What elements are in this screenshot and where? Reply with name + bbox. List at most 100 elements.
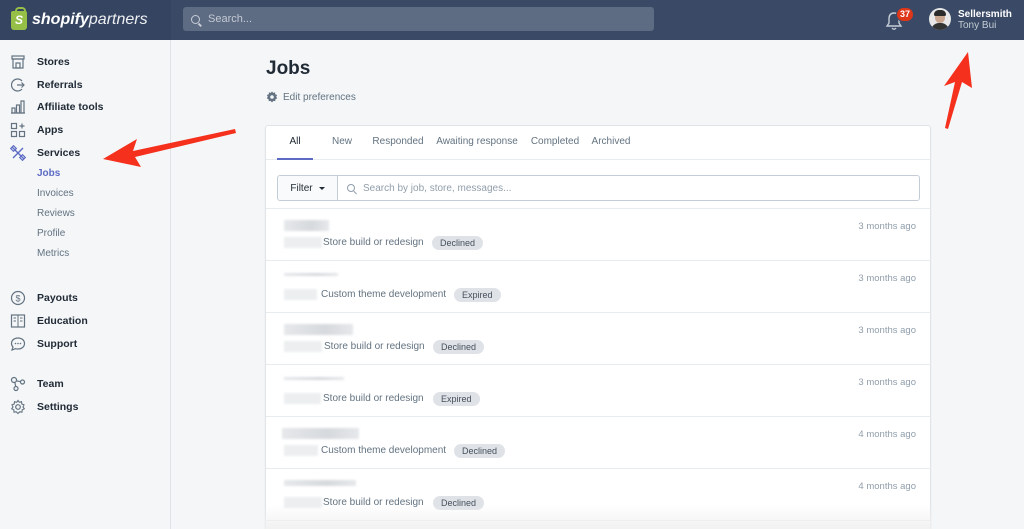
shopify-partners-logo[interactable]: S shopifypartners [0,0,171,40]
sidebar-subitem-reviews[interactable]: Reviews [37,208,75,219]
sidebar-item-education[interactable]: Education [0,311,170,331]
redacted-title [284,273,338,276]
chat-icon [10,336,26,352]
sidebar-item-label: Apps [37,124,64,136]
filter-button[interactable]: Filter [278,176,338,200]
book-icon [10,313,26,329]
search-icon [347,184,355,192]
store-name: Sellersmith [958,9,1012,20]
brand-name: shopify [32,11,89,28]
edit-preferences-label: Edit preferences [283,91,356,103]
user-menu[interactable]: Sellersmith Tony Bui [958,9,1012,31]
sidebar-item-apps[interactable]: Apps [0,120,170,140]
redacted-store [284,341,322,352]
sidebar: Stores Referrals Affiliate tools Apps Se… [0,40,171,529]
bottom-fade [265,505,931,529]
job-row[interactable]: Store build or redesign Declined 3 month… [266,209,930,261]
job-time: 3 months ago [858,377,916,388]
tab-responded[interactable]: Responded [368,126,428,160]
dollar-circle-icon: $ [10,290,26,306]
job-search [338,176,919,200]
redacted-title [282,428,359,439]
job-row[interactable]: Custom theme development Declined 4 mont… [266,417,930,469]
filter-label: Filter [290,182,313,194]
brand-suffix: partners [88,11,148,28]
user-avatar[interactable] [929,8,951,30]
sidebar-item-label: Payouts [37,292,78,304]
job-category: Store build or redesign [323,237,424,248]
redacted-store [284,393,321,404]
sidebar-item-label: Services [37,147,81,159]
gear-icon [10,399,26,415]
sidebar-subitem-invoices[interactable]: Invoices [37,188,74,199]
sidebar-item-label: Team [37,378,64,390]
job-category: Custom theme development [321,445,447,456]
redacted-store [284,445,318,456]
global-search-input[interactable] [208,13,628,25]
job-time: 3 months ago [858,221,916,232]
user-name: Tony Bui [958,20,997,31]
sidebar-item-label: Affiliate tools [37,101,104,113]
redacted-store [284,237,322,248]
jobs-card: All New Responded Awaiting response Comp… [265,125,931,529]
job-category: Store build or redesign [324,341,425,352]
sidebar-item-services[interactable]: Services [0,143,170,163]
redacted-title [284,377,344,380]
sidebar-item-affiliate-tools[interactable]: Affiliate tools [0,97,170,117]
page-title: Jobs [266,58,311,79]
status-badge: Declined [454,444,506,458]
sidebar-item-label: Settings [37,401,79,413]
referrals-icon [10,77,26,93]
apps-icon [10,122,26,138]
sidebar-item-settings[interactable]: Settings [0,397,170,417]
sidebar-item-referrals[interactable]: Referrals [0,75,170,95]
tab-archived[interactable]: Archived [588,126,634,160]
redacted-title [284,324,353,335]
team-icon [10,376,26,392]
status-badge: Expired [454,288,501,302]
gear-icon [266,91,278,103]
sidebar-item-stores[interactable]: Stores [0,52,170,72]
sidebar-item-team[interactable]: Team [0,374,170,394]
top-bar: S shopifypartners 37 Sellersmith Tony Bu… [0,0,1024,40]
sidebar-subitem-metrics[interactable]: Metrics [37,248,69,259]
status-badge: Declined [433,340,485,354]
redacted-store [284,289,317,300]
tab-completed[interactable]: Completed [527,126,583,160]
sidebar-item-payouts[interactable]: $ Payouts [0,288,170,308]
store-icon [10,54,26,70]
job-tabs: All New Responded Awaiting response Comp… [266,126,930,160]
job-category: Custom theme development [321,289,447,300]
global-search[interactable] [183,7,654,31]
redacted-title [284,220,329,231]
sidebar-item-label: Education [37,315,88,327]
job-search-input[interactable] [363,182,903,194]
bar-chart-icon [10,99,26,115]
sidebar-subitem-profile[interactable]: Profile [37,228,65,239]
redacted-title [284,480,356,486]
job-row[interactable]: Custom theme development Expired 3 month… [266,261,930,313]
job-time: 3 months ago [858,273,916,284]
job-filter-bar: Filter [277,175,920,201]
sidebar-subitem-jobs[interactable]: Jobs [37,168,60,179]
job-row[interactable]: Store build or redesign Declined 3 month… [266,313,930,365]
caret-down-icon [318,186,325,190]
tab-new[interactable]: New [326,126,358,160]
search-icon [191,14,200,24]
sidebar-item-support[interactable]: Support [0,334,170,354]
annotation-arrow-account [944,52,972,129]
sidebar-item-label: Referrals [37,79,83,91]
tab-awaiting-response[interactable]: Awaiting response [432,126,522,160]
sidebar-item-label: Support [37,338,78,350]
services-icon [10,145,26,161]
status-badge: Declined [432,236,484,250]
job-category: Store build or redesign [323,393,424,404]
job-time: 3 months ago [858,325,916,336]
status-badge: Expired [433,392,480,406]
job-time: 4 months ago [858,481,916,492]
notification-count-badge: 37 [896,7,915,22]
edit-preferences-link[interactable]: Edit preferences [266,91,356,103]
job-time: 4 months ago [858,429,916,440]
tab-all[interactable]: All [277,126,313,160]
job-row[interactable]: Store build or redesign Expired 3 months… [266,365,930,417]
